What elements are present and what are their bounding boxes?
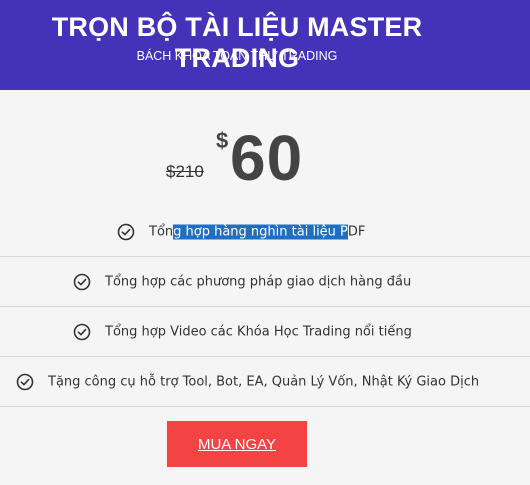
current-price: 60 [230,122,304,194]
feature-text-end: DF [347,224,366,240]
feature-text: Tổng hợp hàng nghìn tài liệu PDF [149,224,366,240]
divider [0,406,530,407]
feature-item: Tổng hợp hàng nghìn tài liệu PDF [0,207,530,257]
feature-text: Tổng hợp các phương pháp giao dịch hàng … [105,274,412,290]
check-circle-icon [73,273,91,291]
feature-text: Tổng hợp Video các Khóa Học Trading nổi … [105,324,412,340]
feature-item: Tặng công cụ hỗ trợ Tool, Bot, EA, Quản … [0,357,530,407]
feature-item: Tổng hợp các phương pháp giao dịch hàng … [0,257,530,307]
page-title: TRỌN BỘ TÀI LIỆU MASTER TRADING [51,12,423,73]
check-circle-icon [117,223,135,241]
page-subtitle: BÁCH KHOA TOÀN THƯ TRADING [136,49,338,63]
feature-item: Tổng hợp Video các Khóa Học Trading nổi … [0,307,530,357]
currency-symbol: $ [216,128,229,153]
check-circle-icon [73,323,91,341]
feature-text: Tặng công cụ hỗ trợ Tool, Bot, EA, Quản … [48,374,480,390]
old-price: $210 [166,162,204,181]
buy-now-button[interactable]: MUA NGAY [167,421,307,467]
text-selection: g hợp hàng nghìn tài liệu P [173,224,348,240]
check-circle-icon [16,373,34,391]
feature-text-start: Tổn [149,224,174,240]
header-banner: TRỌN BỘ TÀI LIỆU MASTER TRADING BÁCH KHO… [0,0,530,90]
